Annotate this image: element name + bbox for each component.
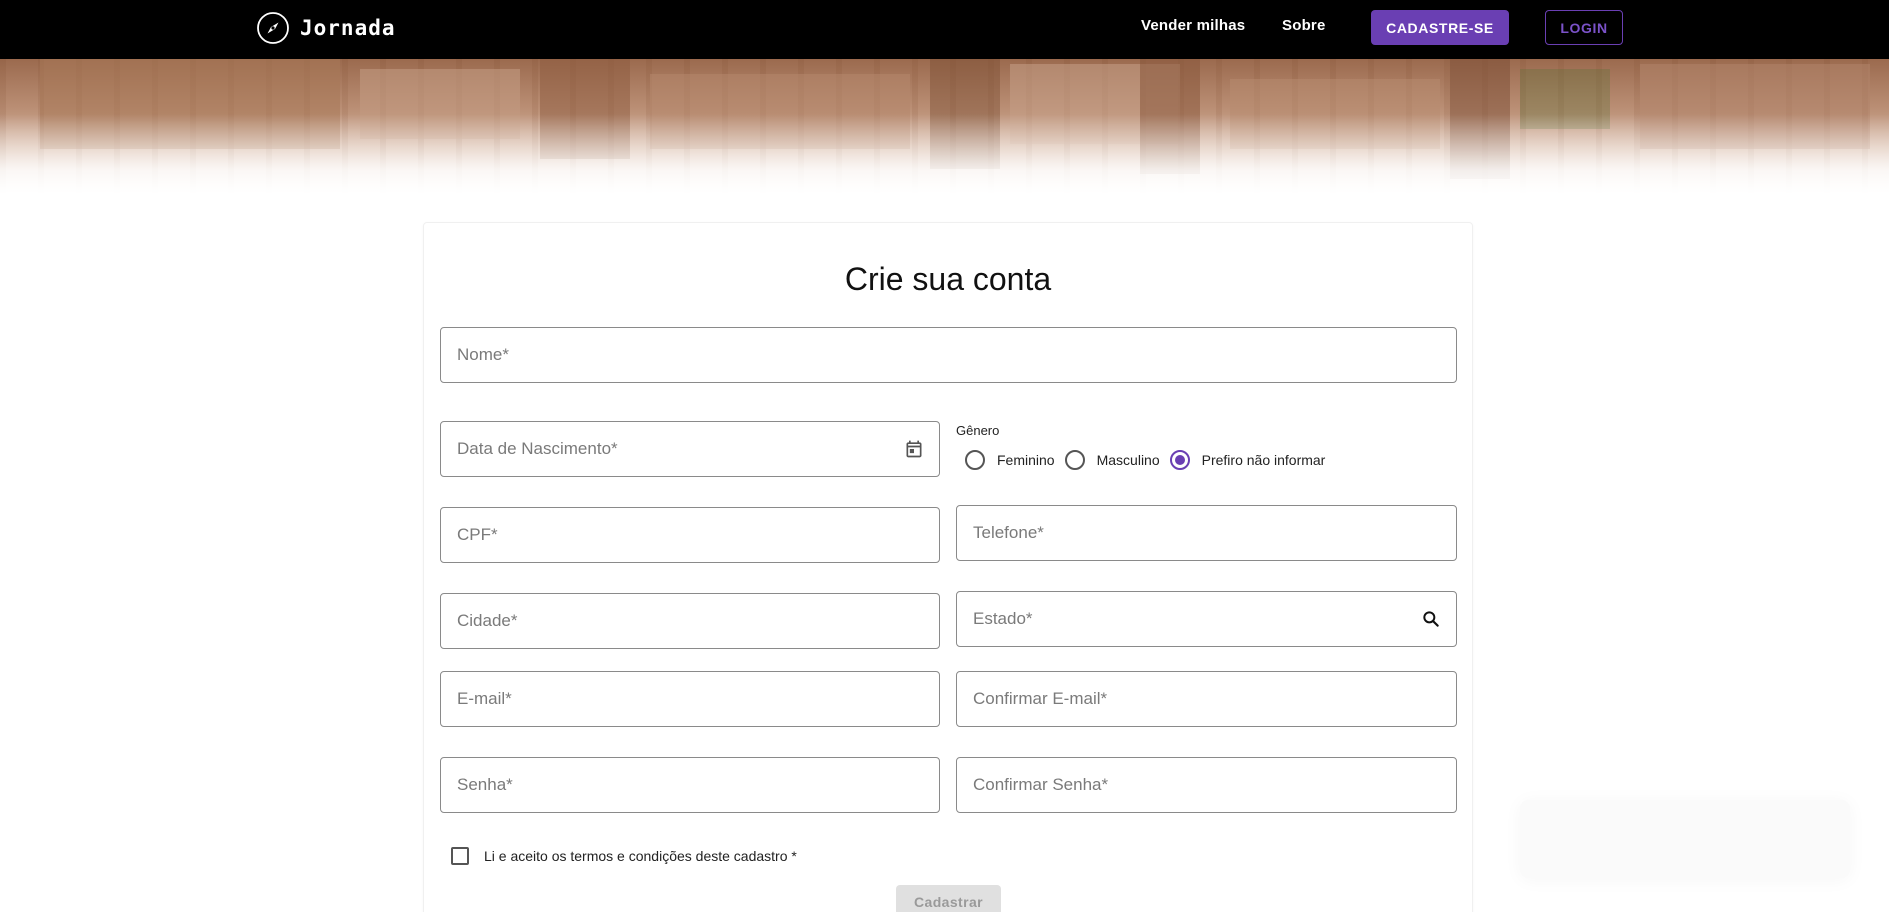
nav-link-about[interactable]: Sobre <box>1282 17 1326 34</box>
hero-banner-image <box>0 59 1889 194</box>
radio-button-selected[interactable] <box>1169 450 1190 470</box>
gender-label: Gênero <box>956 423 1000 438</box>
phone-field[interactable] <box>956 505 1457 561</box>
brand-logo-link[interactable]: Jornada <box>256 10 396 46</box>
gender-option-masculino[interactable]: Masculino <box>1064 450 1160 470</box>
terms-label: Li e aceito os termos e condições deste … <box>484 848 797 864</box>
compass-icon <box>257 12 289 44</box>
confirm-password-input[interactable] <box>957 758 1456 812</box>
city-input[interactable] <box>441 594 939 648</box>
brand-name: Jornada <box>300 16 396 40</box>
calendar-icon[interactable] <box>901 436 927 462</box>
cpf-input[interactable] <box>441 508 939 562</box>
nav-link-sell-miles[interactable]: Vender milhas <box>1141 17 1245 34</box>
top-navbar: Jornada Vender milhas Sobre CADASTRE-SE … <box>0 0 1889 59</box>
radio-button[interactable] <box>1064 450 1085 470</box>
form-title: Crie sua conta <box>844 261 1052 297</box>
password-input[interactable] <box>441 758 939 812</box>
terms-checkbox-row[interactable]: Li e aceito os termos e condições deste … <box>451 847 797 865</box>
signup-form-card: Crie sua conta Gênero Feminino Masculino <box>423 222 1473 912</box>
email-field[interactable] <box>440 671 940 727</box>
radio-button[interactable] <box>965 450 985 470</box>
gender-radio-group: Feminino Masculino Prefiro não informar <box>965 450 1335 470</box>
faded-overlay-panel <box>1520 800 1850 878</box>
gender-option-prefer-not-say[interactable]: Prefiro não informar <box>1169 450 1326 470</box>
confirm-password-field[interactable] <box>956 757 1457 813</box>
confirm-email-input[interactable] <box>957 672 1456 726</box>
page: Jornada Vender milhas Sobre CADASTRE-SE … <box>0 0 1889 912</box>
cpf-field[interactable] <box>440 507 940 563</box>
signup-button[interactable]: CADASTRE-SE <box>1371 10 1509 45</box>
confirm-email-field[interactable] <box>956 671 1457 727</box>
search-icon[interactable] <box>1418 606 1444 632</box>
state-input[interactable] <box>957 592 1456 646</box>
radio-label: Feminino <box>997 452 1055 468</box>
terms-checkbox[interactable] <box>451 847 469 865</box>
name-field[interactable] <box>440 327 1457 383</box>
state-field[interactable] <box>956 591 1457 647</box>
email-input[interactable] <box>441 672 939 726</box>
birth-date-input[interactable] <box>441 422 939 476</box>
gender-option-feminino[interactable]: Feminino <box>965 450 1055 470</box>
phone-input[interactable] <box>957 506 1456 560</box>
birth-date-field[interactable] <box>440 421 940 477</box>
radio-label: Masculino <box>1096 452 1160 468</box>
city-field[interactable] <box>440 593 940 649</box>
radio-label: Prefiro não informar <box>1201 452 1326 468</box>
password-field[interactable] <box>440 757 940 813</box>
submit-button[interactable]: Cadastrar <box>896 885 1001 912</box>
name-input[interactable] <box>441 328 1456 382</box>
login-button[interactable]: LOGIN <box>1545 10 1623 45</box>
